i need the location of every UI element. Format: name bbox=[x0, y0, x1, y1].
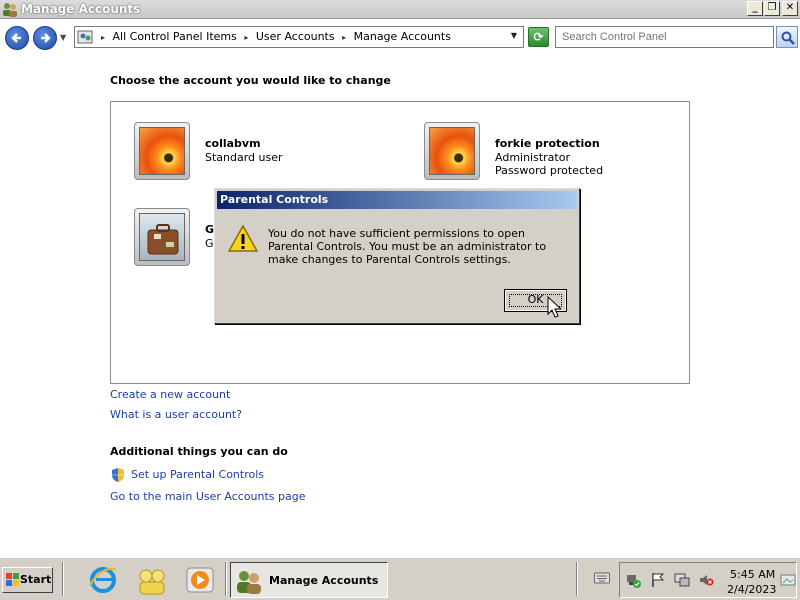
breadcrumb-all-items[interactable]: All Control Panel Items bbox=[113, 30, 237, 43]
display-icon[interactable] bbox=[674, 572, 690, 588]
dialog-title: Parental Controls bbox=[217, 191, 577, 209]
account-type: Administrator bbox=[495, 151, 570, 164]
media-player-icon[interactable] bbox=[184, 564, 216, 596]
taskbar: Start Manage Accounts 5:45 AM 2/4/2023 bbox=[0, 557, 800, 600]
search-input[interactable] bbox=[555, 26, 774, 48]
address-bar[interactable]: ▸ All Control Panel Items ▸ User Account… bbox=[74, 26, 524, 48]
users-icon bbox=[3, 3, 17, 17]
breadcrumb-manage-accounts[interactable]: Manage Accounts bbox=[354, 30, 451, 43]
back-button[interactable] bbox=[5, 26, 29, 50]
suitcase-icon bbox=[147, 224, 179, 255]
account-tile-collabvm[interactable]: collabvm Standard user bbox=[134, 122, 394, 186]
account-picture bbox=[424, 122, 480, 180]
main-user-accounts-link[interactable]: Go to the main User Accounts page bbox=[110, 490, 306, 503]
windows-flag-icon bbox=[6, 573, 19, 586]
users-icon bbox=[237, 571, 261, 594]
create-account-link[interactable]: Create a new account bbox=[110, 388, 230, 401]
what-is-user-account-link[interactable]: What is a user account? bbox=[110, 408, 242, 421]
network-icon[interactable] bbox=[625, 572, 641, 588]
page-heading: Choose the account you would like to cha… bbox=[110, 74, 391, 87]
address-dropdown-icon[interactable]: ▼ bbox=[511, 31, 517, 40]
breadcrumb: ▸ All Control Panel Items ▸ User Account… bbox=[101, 30, 451, 43]
account-picture bbox=[134, 208, 190, 266]
close-button[interactable]: ✕ bbox=[782, 1, 798, 16]
restore-button[interactable]: ❐ bbox=[764, 1, 780, 16]
parental-controls-dialog: Parental Controls You do not have suffic… bbox=[214, 188, 580, 324]
warning-icon bbox=[227, 224, 259, 252]
refresh-icon: ⟳ bbox=[533, 30, 544, 44]
back-arrow-icon bbox=[11, 33, 21, 43]
suitcase-picture-icon bbox=[139, 213, 185, 261]
notification-area: 5:45 AM 2/4/2023 bbox=[619, 562, 797, 598]
account-name: forkie protection bbox=[495, 137, 600, 150]
account-password-status: Password protected bbox=[495, 164, 604, 177]
taskbar-separator bbox=[225, 562, 227, 596]
start-label: Start bbox=[20, 573, 52, 586]
uac-shield-icon bbox=[112, 468, 124, 482]
control-panel-icon bbox=[77, 30, 93, 44]
taskbar-item-manage-accounts[interactable]: Manage Accounts bbox=[230, 562, 388, 598]
keyboard-icon[interactable] bbox=[594, 571, 610, 585]
account-picture bbox=[134, 122, 190, 180]
account-name: G bbox=[205, 223, 215, 236]
account-type: Standard user bbox=[205, 151, 283, 164]
forward-button[interactable] bbox=[33, 26, 57, 50]
taskbar-separator bbox=[576, 562, 578, 596]
clock-time[interactable]: 5:45 AM bbox=[730, 568, 775, 581]
start-button[interactable]: Start bbox=[2, 567, 53, 593]
taskbar-separator bbox=[62, 562, 64, 596]
history-dropdown-icon[interactable]: ▼ bbox=[60, 33, 66, 42]
account-tile-forkie-protection[interactable]: forkie protection Administrator Password… bbox=[424, 122, 684, 186]
flower-picture-icon bbox=[429, 127, 475, 175]
internet-explorer-icon[interactable] bbox=[87, 564, 119, 596]
navigation-bar: ▼ ▸ All Control Panel Items ▸ User Accou… bbox=[0, 19, 800, 56]
clock-date[interactable]: 2/4/2023 bbox=[727, 583, 776, 596]
flower-picture-icon bbox=[139, 127, 185, 175]
taskbar-item-label: Manage Accounts bbox=[269, 574, 379, 587]
forward-arrow-icon bbox=[41, 33, 51, 43]
volume-muted-icon[interactable] bbox=[698, 572, 714, 588]
action-center-flag-icon[interactable] bbox=[650, 572, 666, 588]
mouse-cursor-icon bbox=[547, 296, 561, 318]
additional-heading: Additional things you can do bbox=[110, 445, 288, 458]
window-title: Manage Accounts bbox=[21, 2, 141, 16]
setup-parental-controls-link[interactable]: Set up Parental Controls bbox=[131, 468, 264, 481]
minimize-button[interactable]: _ bbox=[747, 1, 763, 16]
messenger-users-icon[interactable] bbox=[136, 564, 168, 596]
search-icon bbox=[781, 31, 795, 45]
title-bar: Manage Accounts _ ❐ ✕ bbox=[0, 0, 800, 19]
account-name: collabvm bbox=[205, 137, 261, 150]
search-button[interactable] bbox=[776, 26, 798, 48]
breadcrumb-user-accounts[interactable]: User Accounts bbox=[256, 30, 335, 43]
refresh-button[interactable]: ⟳ bbox=[528, 27, 549, 47]
dialog-message: You do not have sufficient permissions t… bbox=[268, 227, 547, 266]
show-desktop-icon[interactable] bbox=[780, 572, 796, 588]
